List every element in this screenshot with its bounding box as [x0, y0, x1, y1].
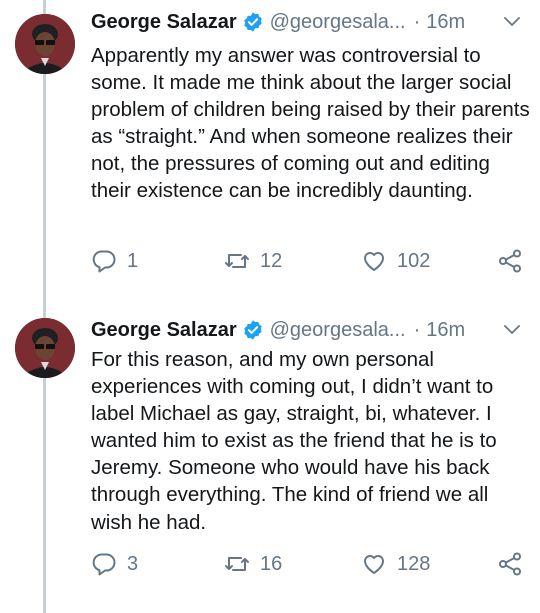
thread-line: [43, 0, 46, 613]
share-icon: [499, 249, 521, 273]
chevron-down-icon[interactable]: [502, 320, 522, 340]
like-button[interactable]: 102: [361, 246, 430, 276]
retweet-count: 16: [260, 552, 283, 575]
reply-icon: [92, 250, 116, 273]
verified-badge-icon: [242, 11, 264, 33]
separator-dot: ·: [413, 10, 421, 33]
retweet-button[interactable]: 12: [224, 246, 282, 276]
tweet-text: Apparently my answer was controversial t…: [91, 44, 530, 203]
share-icon: [499, 552, 521, 576]
reply-button[interactable]: 1: [91, 246, 138, 276]
display-name[interactable]: George Salazar: [91, 319, 237, 342]
timestamp[interactable]: 16m: [426, 11, 465, 34]
reply-button[interactable]: 3: [91, 549, 138, 579]
tweet-actions: 1 12 102: [91, 246, 531, 276]
reply-icon: [92, 553, 116, 576]
retweet-button[interactable]: 16: [224, 549, 282, 579]
separator-dot: ·: [413, 318, 421, 341]
timestamp[interactable]: 16m: [426, 319, 465, 342]
like-icon: [364, 252, 384, 271]
retweet-icon: [225, 557, 249, 571]
like-count: 102: [397, 249, 431, 272]
avatar-image: [15, 14, 75, 74]
display-name[interactable]: George Salazar: [91, 11, 237, 34]
user-handle[interactable]: @georgesala...: [270, 11, 406, 34]
reply-count: 3: [127, 552, 139, 575]
user-handle[interactable]: @georgesala...: [270, 319, 406, 342]
chevron-down-icon[interactable]: [502, 12, 522, 32]
tweet-actions: 3 16 128: [91, 549, 531, 579]
retweet-icon: [225, 254, 249, 268]
like-count: 128: [397, 552, 431, 575]
share-button[interactable]: [497, 549, 523, 579]
verified-badge-icon: [242, 319, 264, 341]
avatar-image: [15, 318, 75, 378]
retweet-count: 12: [260, 249, 283, 272]
tweet-text: For this reason, and my own personal exp…: [91, 348, 497, 534]
like-button[interactable]: 128: [361, 549, 430, 579]
avatar[interactable]: [15, 14, 75, 74]
like-icon: [364, 555, 384, 574]
reply-count: 1: [127, 249, 139, 272]
avatar[interactable]: [15, 318, 75, 378]
share-button[interactable]: [497, 246, 523, 276]
